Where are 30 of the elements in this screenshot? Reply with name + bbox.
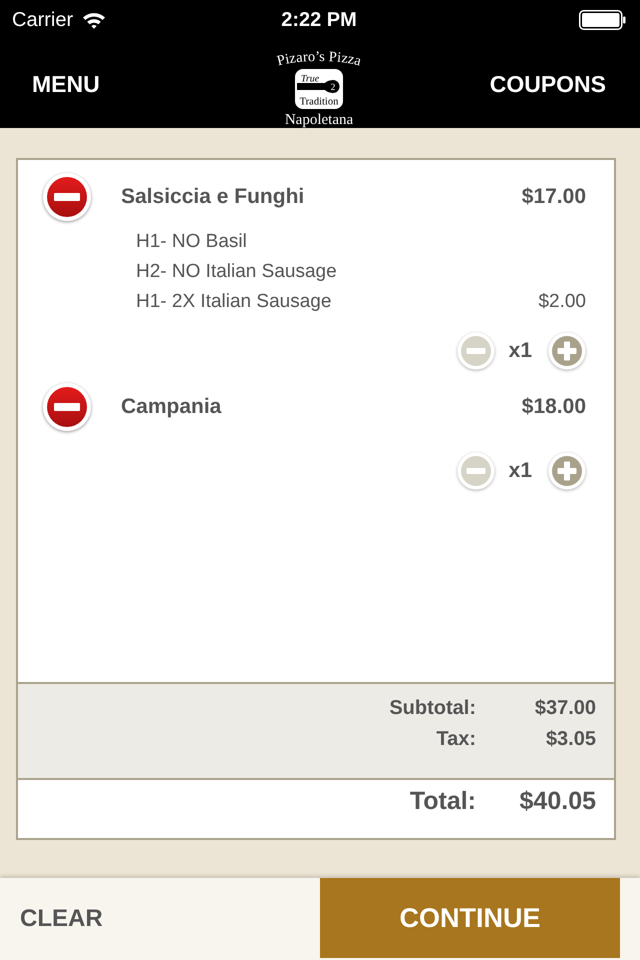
summary-value: $3.05 xyxy=(544,727,596,752)
clear-button[interactable]: CLEAR xyxy=(20,902,103,936)
battery-icon xyxy=(579,10,626,30)
modifier-text: H1- 2X Italian Sausage xyxy=(136,290,332,314)
modifier-text: H2- NO Italian Sausage xyxy=(136,260,337,284)
quantity-text: x1 xyxy=(508,459,532,483)
summary-value: $37.00 xyxy=(534,696,596,721)
peel-icon xyxy=(297,80,340,93)
total-label: Total: xyxy=(408,786,476,817)
item-name: Campania xyxy=(121,395,222,419)
total-value: $40.05 xyxy=(518,786,596,817)
logo-badge-bottom-text: Tradition xyxy=(300,96,338,108)
summary-label: Subtotal: xyxy=(388,696,476,721)
logo-bottom-text: Napoletana xyxy=(284,112,354,128)
menu-button[interactable]: MENU xyxy=(32,69,100,99)
modifier-text: H1- NO Basil xyxy=(136,230,247,254)
item-name: Salsiccia e Funghi xyxy=(121,185,306,209)
summary-label: Tax: xyxy=(435,727,476,752)
quantity-text: x1 xyxy=(508,339,532,363)
logo-arc-text: Pizaro’s Pizza xyxy=(275,48,363,70)
wifi-icon xyxy=(82,11,106,29)
status-time: 2:22 PM xyxy=(281,8,357,32)
modifier-price: $2.00 xyxy=(538,290,586,314)
logo-badge-top-text: True xyxy=(300,74,320,84)
carrier-label: Carrier xyxy=(12,8,74,32)
continue-button[interactable]: CONTINUE xyxy=(320,878,620,958)
item-price: $18.00 xyxy=(522,395,586,419)
coupons-button[interactable]: COUPONS xyxy=(490,69,606,99)
logo-badge-number: 2 xyxy=(330,83,336,93)
item-price: $17.00 xyxy=(522,185,586,209)
